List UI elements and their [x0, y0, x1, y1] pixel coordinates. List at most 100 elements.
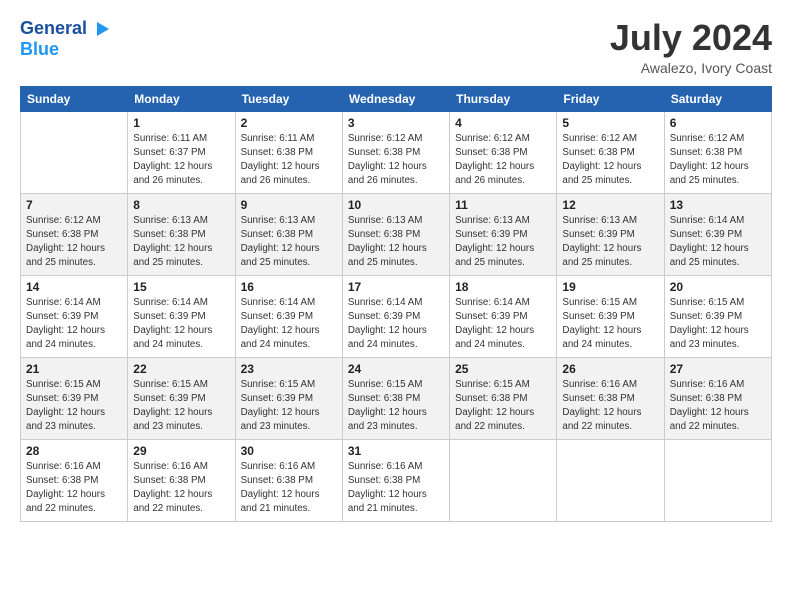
day-info: Sunrise: 6:14 AMSunset: 6:39 PMDaylight:…	[455, 296, 551, 353]
header-friday: Friday	[557, 86, 664, 111]
day-info: Sunrise: 6:15 AMSunset: 6:38 PMDaylight:…	[348, 378, 444, 435]
header: General Blue July 2024 Awalezo, Ivory Co…	[20, 18, 772, 76]
day-info: Sunrise: 6:13 AMSunset: 6:39 PMDaylight:…	[455, 214, 551, 271]
day-number: 5	[562, 116, 658, 130]
day-number: 15	[133, 280, 229, 294]
table-row: 7 Sunrise: 6:12 AMSunset: 6:38 PMDayligh…	[21, 193, 128, 275]
day-info: Sunrise: 6:15 AMSunset: 6:39 PMDaylight:…	[562, 296, 658, 353]
table-row: 31 Sunrise: 6:16 AMSunset: 6:38 PMDaylig…	[342, 439, 449, 521]
day-info: Sunrise: 6:15 AMSunset: 6:39 PMDaylight:…	[26, 378, 122, 435]
header-wednesday: Wednesday	[342, 86, 449, 111]
day-number: 6	[670, 116, 766, 130]
table-row: 16 Sunrise: 6:14 AMSunset: 6:39 PMDaylig…	[235, 275, 342, 357]
day-info: Sunrise: 6:16 AMSunset: 6:38 PMDaylight:…	[562, 378, 658, 435]
day-number: 17	[348, 280, 444, 294]
table-row: 6 Sunrise: 6:12 AMSunset: 6:38 PMDayligh…	[664, 111, 771, 193]
table-row: 22 Sunrise: 6:15 AMSunset: 6:39 PMDaylig…	[128, 357, 235, 439]
table-row: 27 Sunrise: 6:16 AMSunset: 6:38 PMDaylig…	[664, 357, 771, 439]
day-number: 10	[348, 198, 444, 212]
table-row: 14 Sunrise: 6:14 AMSunset: 6:39 PMDaylig…	[21, 275, 128, 357]
weekday-header-row: Sunday Monday Tuesday Wednesday Thursday…	[21, 86, 772, 111]
day-info: Sunrise: 6:13 AMSunset: 6:39 PMDaylight:…	[562, 214, 658, 271]
table-row: 15 Sunrise: 6:14 AMSunset: 6:39 PMDaylig…	[128, 275, 235, 357]
header-tuesday: Tuesday	[235, 86, 342, 111]
table-row: 4 Sunrise: 6:12 AMSunset: 6:38 PMDayligh…	[450, 111, 557, 193]
day-info: Sunrise: 6:12 AMSunset: 6:38 PMDaylight:…	[562, 132, 658, 189]
day-number: 19	[562, 280, 658, 294]
day-number: 24	[348, 362, 444, 376]
calendar-week-row: 21 Sunrise: 6:15 AMSunset: 6:39 PMDaylig…	[21, 357, 772, 439]
title-block: July 2024 Awalezo, Ivory Coast	[610, 18, 772, 76]
day-info: Sunrise: 6:13 AMSunset: 6:38 PMDaylight:…	[348, 214, 444, 271]
table-row: 9 Sunrise: 6:13 AMSunset: 6:38 PMDayligh…	[235, 193, 342, 275]
day-info: Sunrise: 6:15 AMSunset: 6:39 PMDaylight:…	[133, 378, 229, 435]
day-number: 30	[241, 444, 337, 458]
day-info: Sunrise: 6:14 AMSunset: 6:39 PMDaylight:…	[26, 296, 122, 353]
table-row	[557, 439, 664, 521]
day-info: Sunrise: 6:14 AMSunset: 6:39 PMDaylight:…	[348, 296, 444, 353]
day-number: 20	[670, 280, 766, 294]
calendar-week-row: 1 Sunrise: 6:11 AMSunset: 6:37 PMDayligh…	[21, 111, 772, 193]
table-row: 3 Sunrise: 6:12 AMSunset: 6:38 PMDayligh…	[342, 111, 449, 193]
day-info: Sunrise: 6:14 AMSunset: 6:39 PMDaylight:…	[133, 296, 229, 353]
day-number: 29	[133, 444, 229, 458]
day-info: Sunrise: 6:15 AMSunset: 6:39 PMDaylight:…	[670, 296, 766, 353]
table-row: 24 Sunrise: 6:15 AMSunset: 6:38 PMDaylig…	[342, 357, 449, 439]
day-number: 28	[26, 444, 122, 458]
day-info: Sunrise: 6:14 AMSunset: 6:39 PMDaylight:…	[670, 214, 766, 271]
table-row: 12 Sunrise: 6:13 AMSunset: 6:39 PMDaylig…	[557, 193, 664, 275]
table-row	[664, 439, 771, 521]
day-info: Sunrise: 6:12 AMSunset: 6:38 PMDaylight:…	[348, 132, 444, 189]
day-number: 8	[133, 198, 229, 212]
table-row: 1 Sunrise: 6:11 AMSunset: 6:37 PMDayligh…	[128, 111, 235, 193]
table-row: 19 Sunrise: 6:15 AMSunset: 6:39 PMDaylig…	[557, 275, 664, 357]
day-info: Sunrise: 6:12 AMSunset: 6:38 PMDaylight:…	[26, 214, 122, 271]
day-number: 16	[241, 280, 337, 294]
day-number: 9	[241, 198, 337, 212]
calendar-table: Sunday Monday Tuesday Wednesday Thursday…	[20, 86, 772, 522]
day-number: 26	[562, 362, 658, 376]
calendar-week-row: 7 Sunrise: 6:12 AMSunset: 6:38 PMDayligh…	[21, 193, 772, 275]
table-row: 2 Sunrise: 6:11 AMSunset: 6:38 PMDayligh…	[235, 111, 342, 193]
day-info: Sunrise: 6:12 AMSunset: 6:38 PMDaylight:…	[670, 132, 766, 189]
table-row: 13 Sunrise: 6:14 AMSunset: 6:39 PMDaylig…	[664, 193, 771, 275]
day-number: 31	[348, 444, 444, 458]
table-row: 21 Sunrise: 6:15 AMSunset: 6:39 PMDaylig…	[21, 357, 128, 439]
day-info: Sunrise: 6:16 AMSunset: 6:38 PMDaylight:…	[348, 460, 444, 517]
day-number: 27	[670, 362, 766, 376]
day-number: 11	[455, 198, 551, 212]
day-number: 25	[455, 362, 551, 376]
table-row: 11 Sunrise: 6:13 AMSunset: 6:39 PMDaylig…	[450, 193, 557, 275]
table-row: 20 Sunrise: 6:15 AMSunset: 6:39 PMDaylig…	[664, 275, 771, 357]
table-row: 8 Sunrise: 6:13 AMSunset: 6:38 PMDayligh…	[128, 193, 235, 275]
day-info: Sunrise: 6:13 AMSunset: 6:38 PMDaylight:…	[133, 214, 229, 271]
day-number: 2	[241, 116, 337, 130]
table-row: 26 Sunrise: 6:16 AMSunset: 6:38 PMDaylig…	[557, 357, 664, 439]
day-info: Sunrise: 6:16 AMSunset: 6:38 PMDaylight:…	[133, 460, 229, 517]
header-thursday: Thursday	[450, 86, 557, 111]
day-number: 22	[133, 362, 229, 376]
day-number: 14	[26, 280, 122, 294]
day-info: Sunrise: 6:16 AMSunset: 6:38 PMDaylight:…	[26, 460, 122, 517]
day-info: Sunrise: 6:11 AMSunset: 6:37 PMDaylight:…	[133, 132, 229, 189]
day-info: Sunrise: 6:16 AMSunset: 6:38 PMDaylight:…	[670, 378, 766, 435]
table-row: 28 Sunrise: 6:16 AMSunset: 6:38 PMDaylig…	[21, 439, 128, 521]
table-row: 30 Sunrise: 6:16 AMSunset: 6:38 PMDaylig…	[235, 439, 342, 521]
day-info: Sunrise: 6:14 AMSunset: 6:39 PMDaylight:…	[241, 296, 337, 353]
day-number: 3	[348, 116, 444, 130]
day-number: 4	[455, 116, 551, 130]
header-sunday: Sunday	[21, 86, 128, 111]
table-row	[21, 111, 128, 193]
calendar-week-row: 28 Sunrise: 6:16 AMSunset: 6:38 PMDaylig…	[21, 439, 772, 521]
table-row: 18 Sunrise: 6:14 AMSunset: 6:39 PMDaylig…	[450, 275, 557, 357]
calendar-week-row: 14 Sunrise: 6:14 AMSunset: 6:39 PMDaylig…	[21, 275, 772, 357]
table-row: 10 Sunrise: 6:13 AMSunset: 6:38 PMDaylig…	[342, 193, 449, 275]
table-row: 25 Sunrise: 6:15 AMSunset: 6:38 PMDaylig…	[450, 357, 557, 439]
table-row: 5 Sunrise: 6:12 AMSunset: 6:38 PMDayligh…	[557, 111, 664, 193]
day-info: Sunrise: 6:13 AMSunset: 6:38 PMDaylight:…	[241, 214, 337, 271]
table-row: 23 Sunrise: 6:15 AMSunset: 6:39 PMDaylig…	[235, 357, 342, 439]
day-number: 12	[562, 198, 658, 212]
logo-arrow-icon	[89, 18, 111, 40]
day-info: Sunrise: 6:15 AMSunset: 6:39 PMDaylight:…	[241, 378, 337, 435]
day-number: 1	[133, 116, 229, 130]
